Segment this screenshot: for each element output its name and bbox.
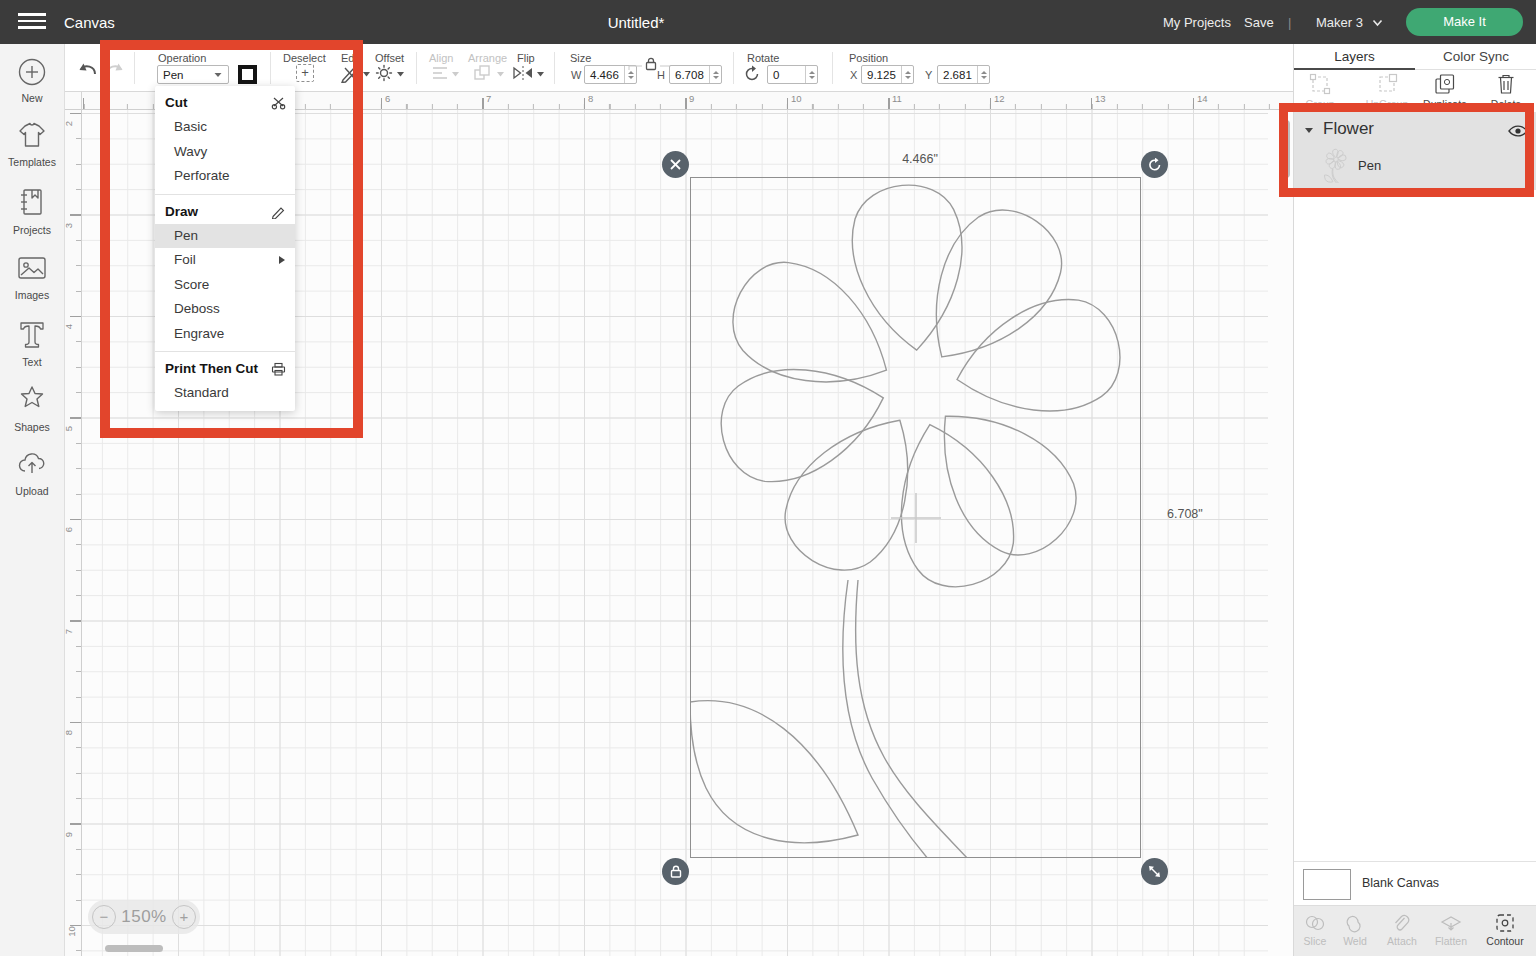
left-sidebar: New Templates Projects Images Text Shape… xyxy=(0,44,65,956)
offset-icon[interactable] xyxy=(374,63,394,83)
flatten-icon xyxy=(1439,913,1463,933)
edit-dropdown-icon[interactable] xyxy=(362,71,371,77)
zoom-in-button[interactable]: + xyxy=(172,905,196,929)
shapes-icon xyxy=(17,383,47,415)
flip-icon[interactable] xyxy=(512,63,534,83)
make-it-button[interactable]: Make It xyxy=(1406,8,1523,36)
annotation-rect-operation-menu xyxy=(100,40,363,438)
sidebar-item-shapes[interactable]: Shapes xyxy=(0,383,64,433)
selection-height-label: 6.708" xyxy=(1167,507,1203,521)
resize-selection-handle[interactable] xyxy=(1141,858,1168,885)
sidebar-item-new[interactable]: New xyxy=(0,58,64,104)
x-label: X xyxy=(850,69,857,81)
zoom-level: 150% xyxy=(121,907,166,927)
selection-bounding-box[interactable] xyxy=(690,177,1141,858)
projects-icon xyxy=(17,186,47,218)
sidebar-item-upload[interactable]: Upload xyxy=(0,449,64,497)
ungroup-icon xyxy=(1376,73,1398,95)
slice-icon xyxy=(1304,913,1326,933)
align-dropdown-icon xyxy=(451,71,460,77)
templates-icon xyxy=(16,120,48,150)
arrange-icon[interactable] xyxy=(473,63,493,83)
rotate-label: Rotate xyxy=(747,52,779,64)
trash-icon xyxy=(1496,73,1516,95)
delete-selection-handle[interactable] xyxy=(662,151,689,178)
document-title[interactable]: Untitled* xyxy=(560,14,712,31)
y-label: Y xyxy=(925,69,932,81)
y-spinner[interactable] xyxy=(977,66,989,83)
zoom-control: 150% − + xyxy=(88,900,200,934)
tab-layers[interactable]: Layers xyxy=(1294,44,1415,70)
rotate-input[interactable]: 0 xyxy=(767,65,818,84)
ruler-corner xyxy=(65,92,82,110)
contour-icon xyxy=(1494,913,1516,933)
size-lock-icon[interactable] xyxy=(628,57,674,71)
sidebar-item-projects[interactable]: Projects xyxy=(0,186,64,236)
chevron-down-icon[interactable] xyxy=(1372,19,1383,27)
text-icon xyxy=(17,318,47,350)
group-icon xyxy=(1309,73,1331,95)
lock-selection-handle[interactable] xyxy=(662,858,689,885)
duplicate-icon xyxy=(1434,73,1456,95)
zoom-out-button[interactable]: − xyxy=(92,905,116,929)
images-icon xyxy=(16,253,48,283)
vertical-ruler: 2 3 4 5 6 7 8 9 10 xyxy=(65,110,82,956)
page-title: Canvas xyxy=(64,14,115,31)
x-spinner[interactable] xyxy=(901,66,913,83)
height-label: H xyxy=(657,69,665,81)
arrange-dropdown-icon xyxy=(496,71,505,77)
rotate-icon[interactable] xyxy=(743,65,761,83)
flip-dropdown-icon[interactable] xyxy=(536,71,545,77)
rotate-selection-handle[interactable] xyxy=(1141,151,1168,178)
horizontal-scrollbar[interactable] xyxy=(105,945,163,952)
attach-button[interactable]: Attach xyxy=(1382,913,1422,947)
width-label: W xyxy=(571,69,581,81)
rotate-spinner[interactable] xyxy=(805,66,817,83)
layers-bottom-toolbar: Slice Weld Attach Flatten Contour xyxy=(1294,905,1536,956)
top-header-bar: Canvas Untitled* My Projects Save | Make… xyxy=(0,0,1536,44)
position-label: Position xyxy=(849,52,888,64)
sidebar-item-templates[interactable]: Templates xyxy=(0,120,64,168)
selection-width-label: 4.466" xyxy=(890,152,950,166)
slice-button[interactable]: Slice xyxy=(1299,913,1331,947)
tab-color-sync[interactable]: Color Sync xyxy=(1415,44,1536,70)
save-link[interactable]: Save xyxy=(1244,15,1274,30)
align-label: Align xyxy=(429,52,453,64)
blank-canvas-row[interactable]: Blank Canvas xyxy=(1294,861,1536,905)
attach-icon xyxy=(1391,913,1413,933)
size-label: Size xyxy=(570,52,591,64)
flatten-button[interactable]: Flatten xyxy=(1430,913,1472,947)
weld-button[interactable]: Weld xyxy=(1338,913,1372,947)
weld-icon xyxy=(1344,913,1366,933)
my-projects-link[interactable]: My Projects xyxy=(1163,15,1231,30)
sidebar-item-images[interactable]: Images xyxy=(0,253,64,301)
sidebar-item-text[interactable]: Text xyxy=(0,318,64,368)
canvas-gutter xyxy=(1268,110,1293,956)
annotation-rect-flower-layer xyxy=(1279,103,1534,197)
header-divider: | xyxy=(1288,15,1291,30)
blank-canvas-swatch[interactable] xyxy=(1303,869,1351,900)
x-input[interactable]: 9.125 xyxy=(861,65,914,84)
machine-select[interactable]: Maker 3 xyxy=(1316,15,1363,30)
hamburger-menu-icon[interactable] xyxy=(18,13,46,31)
align-icon[interactable] xyxy=(431,64,449,82)
upload-icon xyxy=(16,449,48,479)
undo-icon[interactable] xyxy=(76,58,98,78)
new-icon xyxy=(18,58,46,86)
y-input[interactable]: 2.681 xyxy=(937,65,990,84)
height-spinner[interactable] xyxy=(709,66,721,83)
offset-dropdown-icon[interactable] xyxy=(396,71,405,77)
height-input[interactable]: 6.708 xyxy=(669,65,722,84)
contour-button[interactable]: Contour xyxy=(1480,913,1530,947)
